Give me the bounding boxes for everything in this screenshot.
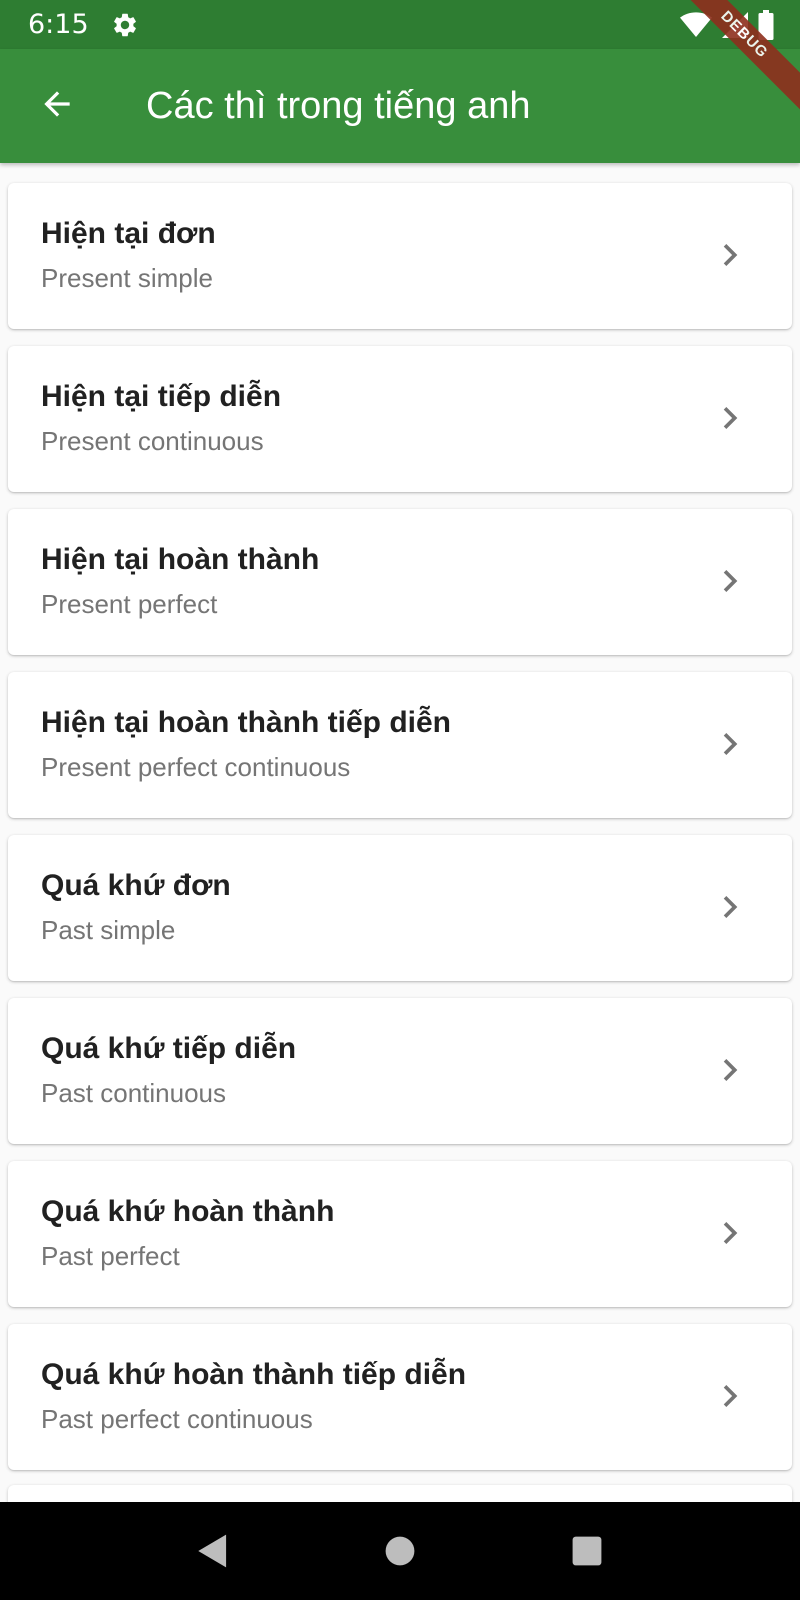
status-time: 6:15 xyxy=(28,9,89,40)
tense-subtitle: Present continuous xyxy=(41,426,264,456)
tense-subtitle: Present perfect continuous xyxy=(41,752,351,782)
chevron-right-icon xyxy=(723,570,738,592)
tense-title: Hiện tại tiếp diễn xyxy=(41,380,282,413)
tense-subtitle: Past continuous xyxy=(41,1078,227,1108)
list-item[interactable]: Hiện tại đơn Present simple xyxy=(8,183,792,329)
tense-title: Quá khứ hoàn thành tiếp diễn xyxy=(41,1358,467,1391)
tense-list: Hiện tại đơn Present simple Hiện tại tiế… xyxy=(8,183,792,1487)
tense-title: Hiện tại hoàn thành xyxy=(41,543,320,576)
nav-recents-button[interactable] xyxy=(557,1521,617,1581)
list-item[interactable]: Quá khứ hoàn thành tiếp diễn Past perfec… xyxy=(8,1324,792,1470)
tense-title: Quá khứ đơn xyxy=(41,869,231,902)
list-item[interactable]: Hiện tại hoàn thành Present perfect xyxy=(8,509,792,655)
tense-subtitle: Present perfect xyxy=(41,589,218,619)
tense-title: Hiện tại hoàn thành tiếp diễn xyxy=(41,706,452,739)
status-bar: 6:15 xyxy=(0,0,800,49)
tense-title: Quá khứ hoàn thành xyxy=(41,1195,335,1228)
nav-home-button[interactable] xyxy=(370,1521,430,1581)
chevron-right-icon xyxy=(723,896,738,918)
screen: 6:15 DEBUG Các thì trong tiếng anh Hiện … xyxy=(0,0,800,1600)
settings-gear-icon xyxy=(111,11,139,39)
tense-subtitle: Present simple xyxy=(41,263,213,293)
list-item[interactable]: Hiện tại hoàn thành tiếp diễn Present pe… xyxy=(8,672,792,818)
chevron-right-icon xyxy=(723,733,738,755)
chevron-right-icon xyxy=(723,244,738,266)
tense-subtitle: Past simple xyxy=(41,915,176,945)
list-item[interactable]: Hiện tại tiếp diễn Present continuous xyxy=(8,346,792,492)
back-triangle-icon xyxy=(198,1534,227,1568)
back-button[interactable] xyxy=(28,77,86,135)
tense-title: Hiện tại đơn xyxy=(41,217,216,250)
chevron-right-icon xyxy=(723,1222,738,1244)
list-item[interactable]: Quá khứ đơn Past simple xyxy=(8,835,792,981)
system-nav-bar xyxy=(0,1502,800,1600)
tense-subtitle: Past perfect continuous xyxy=(41,1404,313,1434)
nav-back-button[interactable] xyxy=(183,1521,243,1581)
chevron-right-icon xyxy=(723,1059,738,1081)
tense-subtitle: Past perfect xyxy=(41,1241,180,1271)
page-title: Các thì trong tiếng anh xyxy=(146,84,531,127)
arrow-back-icon xyxy=(38,85,76,128)
app-bar: Các thì trong tiếng anh xyxy=(0,49,800,163)
home-circle-icon xyxy=(385,1536,415,1566)
chevron-right-icon xyxy=(723,1385,738,1407)
list-item[interactable]: Quá khứ hoàn thành Past perfect xyxy=(8,1161,792,1307)
list-item[interactable]: Quá khứ tiếp diễn Past continuous xyxy=(8,998,792,1144)
chevron-right-icon xyxy=(723,407,738,429)
recents-square-icon xyxy=(572,1536,602,1566)
tense-title: Quá khứ tiếp diễn xyxy=(41,1032,297,1065)
